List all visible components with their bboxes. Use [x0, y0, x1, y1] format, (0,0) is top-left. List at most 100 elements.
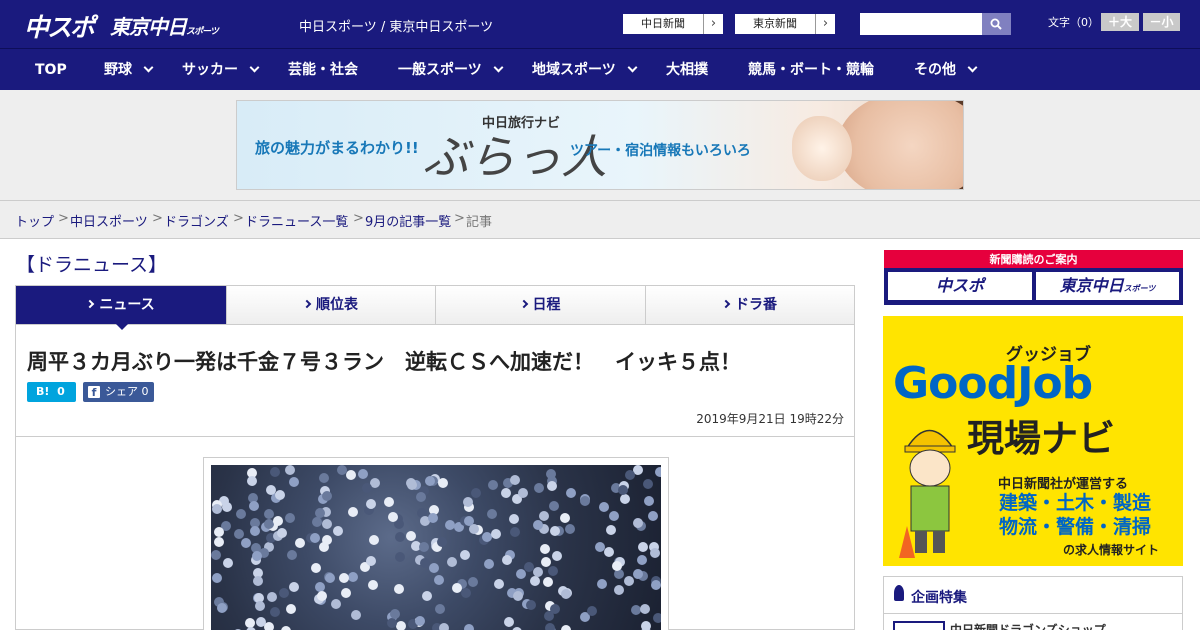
nav-item-local-sports[interactable]: 地域スポーツ — [532, 49, 638, 91]
photo-crowd-dot — [614, 585, 624, 595]
photo-crowd-dot — [604, 547, 614, 557]
tab-reporter[interactable]: ドラ番 — [646, 286, 854, 324]
photo-crowd-dot — [287, 550, 297, 560]
breadcrumb-current: 記事 — [466, 215, 493, 230]
photo-crowd-dot — [561, 625, 571, 630]
photo-crowd-dot — [526, 600, 536, 610]
hatena-count: 0 — [57, 385, 65, 398]
photo-crowd-dot — [249, 501, 259, 511]
photo-crowd-dot — [560, 513, 570, 523]
nav-item-entertainment[interactable]: 芸能・社会 — [288, 49, 358, 91]
photo-crowd-dot — [223, 558, 233, 568]
photo-crowd-dot — [214, 537, 224, 547]
chevron-down-icon — [493, 62, 504, 73]
photo-crowd-dot — [387, 618, 397, 628]
subscribe-chuspo-button[interactable]: 中スポ — [888, 272, 1032, 300]
photo-crowd-dot — [346, 470, 356, 480]
nav-item-top[interactable]: TOP — [35, 49, 67, 91]
font-larger-button[interactable]: ＋大 — [1101, 13, 1139, 31]
goodjob-title: GoodJob — [893, 358, 1093, 409]
tokyo-shimbun-link[interactable]: 東京新聞 › — [734, 13, 836, 35]
photo-crowd-dot — [256, 617, 266, 627]
facebook-label: シェア — [105, 385, 138, 398]
photo-crowd-dot — [648, 511, 658, 521]
ribbon-icon — [894, 585, 904, 601]
photo-crowd-dot — [545, 623, 555, 630]
breadcrumb-link[interactable]: トップ — [15, 211, 54, 230]
breadcrumb-link[interactable]: ドラニュース一覧 — [245, 211, 348, 230]
breadcrumb-link[interactable]: 中日スポーツ — [70, 211, 148, 230]
hatena-bookmark-button[interactable]: B! 0 — [27, 382, 76, 402]
tokyo-chunichi-logo[interactable]: 東京中日スポーツ — [110, 11, 219, 40]
photo-crowd-dot — [534, 483, 544, 493]
nav-item-soccer[interactable]: サッカー — [182, 49, 260, 91]
goodjob-operator: 中日新聞社が運営する — [998, 477, 1129, 492]
nav-item-baseball[interactable]: 野球 — [104, 49, 154, 91]
nav-item-general-sports[interactable]: 一般スポーツ — [398, 49, 504, 91]
photo-crowd-dot — [618, 485, 628, 495]
photo-crowd-dot — [322, 491, 332, 501]
photo-crowd-dot — [463, 497, 473, 507]
photo-crowd-dot — [452, 583, 462, 593]
breadcrumb-separator: > — [454, 211, 465, 226]
tab-label: 順位表 — [316, 297, 358, 313]
chevron-down-icon — [627, 62, 638, 73]
chevron-right-icon: › — [703, 14, 723, 34]
photo-crowd-dot — [358, 469, 368, 479]
nav-label: 競馬・ボート・競輪 — [748, 62, 874, 78]
search-button[interactable] — [982, 13, 1011, 35]
nav-label: 大相撲 — [666, 62, 708, 78]
photo-crowd-dot — [624, 576, 634, 586]
goodjob-ad[interactable]: グッジョブ GoodJob 現場ナビ 中日新聞社が運営する 建築・土木・製造 物流… — [883, 316, 1183, 566]
breadcrumb-separator: > — [152, 211, 163, 226]
photo-crowd-dot — [550, 604, 560, 614]
tokyo-shimbun-label: 東京新聞 — [753, 17, 797, 30]
photo-crowd-dot — [435, 604, 445, 614]
photo-crowd-dot — [487, 509, 497, 519]
photo-crowd-dot — [388, 512, 398, 522]
tab-standings[interactable]: 順位表 — [227, 286, 436, 324]
article-photo-frame — [203, 457, 669, 630]
photo-crowd-dot — [416, 492, 426, 502]
photo-crowd-dot — [550, 526, 560, 536]
feature-item[interactable]: 中日新聞ドラゴンズショップ — [950, 621, 1106, 630]
search-input[interactable] — [860, 13, 982, 35]
subscribe-tokyo-chunichi-button[interactable]: 東京中日スポーツ — [1036, 272, 1179, 300]
tab-schedule[interactable]: 日程 — [436, 286, 646, 324]
photo-crowd-dot — [434, 575, 444, 585]
chuspo-logo[interactable]: 中スポ — [24, 8, 95, 44]
font-smaller-button[interactable]: －小 — [1143, 13, 1180, 31]
article-date: 2019年9月21日 19時22分 — [696, 412, 844, 426]
facebook-icon: f — [88, 386, 100, 399]
photo-crowd-dot — [394, 584, 404, 594]
nav-item-sumo[interactable]: 大相撲 — [666, 49, 708, 91]
breadcrumb-link[interactable]: 9月の記事一覧 — [365, 211, 451, 230]
tab-label: ニュース — [99, 297, 155, 313]
photo-crowd-dot — [214, 527, 224, 537]
nav-item-other[interactable]: その他 — [914, 49, 978, 91]
travel-ad-banner[interactable]: 旅の魅力がまるわかり!! ぶらっ人 中日旅行ナビ ツアー・宿泊情報もいろいろ — [236, 100, 964, 190]
photo-crowd-dot — [653, 613, 661, 623]
chunichi-shimbun-link[interactable]: 中日新聞 › — [622, 13, 724, 35]
photo-crowd-dot — [428, 513, 438, 523]
photo-crowd-dot — [252, 551, 262, 561]
section-tabs: ニュース 順位表 日程 ドラ番 — [15, 285, 855, 325]
subscribe-tokyo-chunichi-sub: スポーツ — [1123, 284, 1156, 293]
photo-crowd-dot — [637, 555, 647, 565]
breadcrumb-separator: > — [353, 211, 364, 226]
article-photo[interactable] — [211, 465, 661, 630]
photo-crowd-dot — [425, 476, 435, 486]
nav-label: 一般スポーツ — [398, 62, 482, 78]
photo-crowd-dot — [211, 550, 221, 560]
photo-crowd-dot — [549, 501, 559, 511]
photo-crowd-dot — [437, 537, 447, 547]
nav-item-racing[interactable]: 競馬・ボート・競輪 — [748, 49, 874, 91]
photo-crowd-dot — [510, 527, 520, 537]
photo-crowd-dot — [439, 623, 449, 630]
breadcrumb-link[interactable]: ドラゴンズ — [164, 211, 229, 230]
photo-crowd-dot — [348, 572, 358, 582]
tab-label: ドラ番 — [735, 297, 777, 313]
photo-crowd-dot — [312, 517, 322, 527]
facebook-share-button[interactable]: f シェア 0 — [83, 382, 154, 402]
tab-news[interactable]: ニュース — [16, 286, 227, 324]
